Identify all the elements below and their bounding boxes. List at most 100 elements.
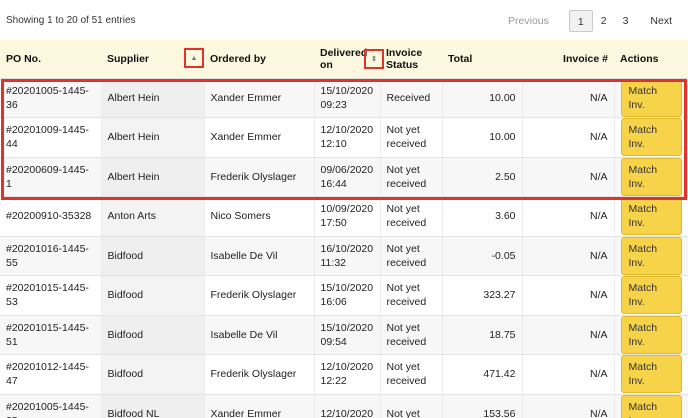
delivered-date: 12/10/2020 <box>320 361 374 374</box>
header-invoice-no[interactable]: Invoice # <box>522 40 614 79</box>
header-supplier[interactable]: Supplier ▲ <box>101 40 204 79</box>
delivered-date: 15/10/2020 <box>320 84 374 97</box>
table-row[interactable]: #20200910-35328 Anton Arts Nico Somers 10/0… <box>0 196 688 237</box>
invoice-status-cell: Not yet received <box>380 117 443 158</box>
table-row[interactable]: #20201016-1445-55 Bidfood Isabelle De Vil 1… <box>0 236 688 276</box>
status-line-1: Not yet <box>386 361 420 374</box>
match-invoice-button[interactable]: Match Inv. <box>620 78 682 117</box>
match-invoice-button[interactable]: Match Inv. <box>620 355 682 394</box>
invoice-status-cell: Not yet received <box>380 157 443 197</box>
status-line-2: received <box>386 375 427 388</box>
table-row[interactable]: #20200609-1445-1 Albert Hein Frederik Olys… <box>0 157 688 197</box>
next-page-button[interactable]: Next <box>642 10 680 32</box>
table-toolbar: Showing 1 to 20 of 51 entries Previous 1… <box>0 0 688 40</box>
ordered-by-cell: Frederik Olyslager <box>204 157 315 197</box>
match-invoice-button[interactable]: Match Inv. <box>620 315 682 354</box>
invoice-status-cell: Not yet received <box>380 354 443 395</box>
delivered-on-cell: 16/10/2020 11:32 <box>314 236 381 276</box>
delivered-date: 15/10/2020 <box>320 282 374 295</box>
supplier-cell: Bidfood <box>101 236 205 276</box>
invoice-status-cell: Not yet received <box>380 196 443 237</box>
total-cell: 18.75 <box>442 315 523 355</box>
delivered-time: 11:32 <box>320 256 347 269</box>
total-cell: -0.05 <box>442 236 523 276</box>
status-line-1: Not yet <box>386 282 420 295</box>
delivered-time: 09:54 <box>320 335 347 348</box>
header-total[interactable]: Total <box>442 40 522 79</box>
po-number-cell: #20200910-35328 <box>0 196 102 237</box>
table-row[interactable]: #20201015-1445-51 Bidfood Isabelle De Vil 1… <box>0 315 688 355</box>
page-2-button[interactable]: 2 <box>593 10 615 32</box>
total-cell: 471.42 <box>442 354 523 395</box>
delivered-on-cell: 12/10/2020 12:10 <box>314 117 381 158</box>
match-invoice-button[interactable]: Match Inv. <box>620 236 682 275</box>
delivered-on-cell: 10/09/2020 17:50 <box>314 196 381 237</box>
table-row[interactable]: #20201005-1445-36 Albert Hein Xander Emmer… <box>0 78 688 118</box>
delivered-on-cell: 15/10/2020 16:06 <box>314 275 381 316</box>
delivered-date: 12/10/2020 <box>320 124 374 137</box>
page-3-button[interactable]: 3 <box>615 10 637 32</box>
entries-info: Showing 1 to 20 of 51 entries <box>6 15 136 26</box>
ordered-by-cell: Xander Emmer <box>204 117 315 158</box>
status-line-2: received <box>386 138 427 151</box>
invoice-no-cell: N/A <box>522 275 615 316</box>
po-number-cell: #20201005-1445-36 <box>0 78 102 118</box>
status-line-1: Not yet <box>386 163 420 176</box>
actions-cell: Match Inv. <box>614 394 688 418</box>
po-number-cell: #20201005-1445-35 <box>0 394 102 418</box>
invoice-no-cell: N/A <box>522 394 615 418</box>
delivered-on-cell: 15/10/2020 09:23 <box>314 78 381 118</box>
po-number-cell: #20201012-1445-47 <box>0 354 102 395</box>
ordered-by-cell: Xander Emmer <box>204 78 315 118</box>
match-invoice-button[interactable]: Match Inv. <box>620 394 682 418</box>
table-row[interactable]: #20201009-1445-44 Albert Hein Xander Emmer… <box>0 117 688 158</box>
delivered-time: 09:23 <box>320 98 347 111</box>
invoice-status-cell: Not yet <box>380 394 443 418</box>
header-ordered-by[interactable]: Ordered by <box>204 40 314 79</box>
po-number-cell: #20201009-1445-44 <box>0 117 102 158</box>
total-cell: 323.27 <box>442 275 523 316</box>
po-number-cell: #20201016-1445-55 <box>0 236 102 276</box>
total-cell: 153.56 <box>442 394 523 418</box>
header-invoice-status[interactable]: Invoice Status <box>380 40 442 79</box>
status-line-1: Not yet <box>386 242 420 255</box>
supplier-cell: Albert Hein <box>101 157 205 197</box>
previous-page-button[interactable]: Previous <box>500 10 557 32</box>
delivered-on-cell: 12/10/2020 12:22 <box>314 354 381 395</box>
actions-cell: Match Inv. <box>614 354 688 395</box>
match-invoice-button[interactable]: Match Inv. <box>620 157 682 196</box>
delivered-on-cell: 12/10/2020 <box>314 394 381 418</box>
actions-cell: Match Inv. <box>614 117 688 158</box>
invoice-no-cell: N/A <box>522 315 615 355</box>
invoice-no-cell: N/A <box>522 157 615 197</box>
delivered-time: 16:44 <box>320 177 347 190</box>
table-row[interactable]: #20201015-1445-53 Bidfood Frederik Olyslag… <box>0 275 688 316</box>
header-po-no[interactable]: PO No. <box>0 40 101 79</box>
invoice-no-cell: N/A <box>522 354 615 395</box>
header-actions: Actions <box>614 40 688 79</box>
delivered-time: 12:22 <box>320 375 347 388</box>
supplier-cell: Bidfood NL <box>101 394 205 418</box>
invoice-no-cell: N/A <box>522 78 615 118</box>
table-row[interactable]: #20201012-1445-47 Bidfood Frederik Olyslag… <box>0 354 688 395</box>
supplier-cell: Bidfood <box>101 354 205 395</box>
delivered-time: 16:06 <box>320 296 347 309</box>
match-invoice-button[interactable]: Match Inv. <box>620 118 682 157</box>
page-1-button[interactable]: 1 <box>568 10 593 32</box>
delivered-date: 12/10/2020 <box>320 407 374 418</box>
invoice-status-cell: Received <box>380 78 443 118</box>
delivered-time: 17:50 <box>320 217 347 230</box>
table-row[interactable]: #20201005-1445-35Bidfood NLXander Emmer 1… <box>0 394 688 418</box>
status-line-1: Not yet <box>386 321 420 334</box>
ordered-by-cell: Isabelle De Vil <box>204 236 315 276</box>
po-number-cell: #20201015-1445-53 <box>0 275 102 316</box>
match-invoice-button[interactable]: Match Inv. <box>620 276 682 315</box>
match-invoice-button[interactable]: Match Inv. <box>620 197 682 236</box>
ordered-by-cell: Nico Somers <box>204 196 315 237</box>
sort-asc-icon[interactable]: ▲ <box>184 48 204 68</box>
ordered-by-cell: Xander Emmer <box>204 394 315 418</box>
header-delivered-on[interactable]: Delivered on ⇕ <box>314 40 384 79</box>
actions-cell: Match Inv. <box>614 236 688 276</box>
ordered-by-cell: Frederik Olyslager <box>204 354 315 395</box>
delivered-date: 09/06/2020 <box>320 163 374 176</box>
